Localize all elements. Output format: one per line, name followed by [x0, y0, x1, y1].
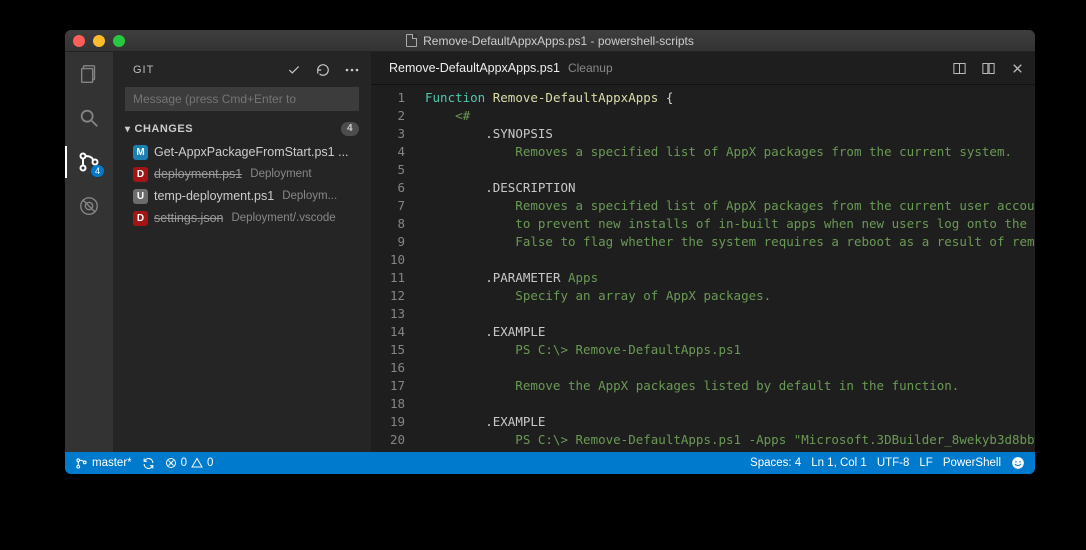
change-row[interactable]: M Get-AppxPackageFromStart.ps1 ... — [113, 141, 371, 163]
chevron-down-icon: ▾ — [125, 124, 131, 135]
close-editor-icon[interactable] — [1010, 61, 1025, 76]
minimize-window-button[interactable] — [93, 35, 105, 47]
file-icon — [406, 34, 417, 47]
more-icon[interactable] — [344, 62, 359, 77]
change-list: M Get-AppxPackageFromStart.ps1 ... Ddeploy… — [113, 139, 371, 229]
status-badge: D — [133, 211, 148, 226]
zoom-window-button[interactable] — [113, 35, 125, 47]
editor-tab[interactable]: Remove-DefaultAppxApps.ps1 — [389, 61, 560, 75]
commit-icon[interactable] — [286, 62, 301, 77]
commit-message-box — [125, 87, 359, 111]
sidebar-header: GIT — [113, 52, 371, 87]
file-dir: Deployment/.vscode — [231, 212, 335, 224]
app-window: Remove-DefaultAppxApps.ps1 - powershell-… — [65, 30, 1035, 474]
change-row[interactable]: Dsettings.json Deployment/.vscode — [113, 207, 371, 229]
encoding-status[interactable]: UTF-8 — [877, 457, 910, 469]
activity-bar: 4 — [65, 52, 113, 452]
branch-name: master* — [92, 457, 132, 469]
changes-header[interactable]: ▾ CHANGES 4 — [113, 119, 371, 139]
sidebar-actions — [286, 62, 359, 77]
app-body: 4 GIT ▾ CHANGES 4 M — [65, 52, 1035, 452]
scm-badge: 4 — [91, 165, 104, 177]
editor-area: Remove-DefaultAppxApps.ps1 Cleanup 12345… — [371, 52, 1035, 452]
editor-tabbar: Remove-DefaultAppxApps.ps1 Cleanup — [371, 52, 1035, 85]
close-window-button[interactable] — [73, 35, 85, 47]
changes-count: 4 — [341, 122, 359, 136]
change-row[interactable]: Ddeployment.ps1 Deployment — [113, 163, 371, 185]
indent-status[interactable]: Spaces: 4 — [750, 457, 801, 469]
traffic-lights — [73, 35, 125, 47]
file-name: deployment.ps1 — [154, 167, 242, 181]
search-icon[interactable] — [77, 106, 101, 130]
changes-label: CHANGES — [135, 123, 194, 135]
file-name: temp-deployment.ps1 — [154, 189, 274, 203]
commit-message-input[interactable] — [125, 87, 359, 111]
cursor-status[interactable]: Ln 1, Col 1 — [811, 457, 867, 469]
sidebar-title: GIT — [133, 64, 286, 76]
status-bar: master* 0 0 Spaces: 4 Ln 1, Col 1 UTF-8 … — [65, 452, 1035, 474]
problems-status[interactable]: 0 0 — [165, 457, 214, 469]
errors-count: 0 — [181, 457, 187, 469]
file-dir: Deploym... — [282, 190, 337, 202]
file-dir: Deployment — [250, 168, 311, 180]
status-badge: U — [133, 189, 148, 204]
change-row[interactable]: Utemp-deployment.ps1 Deploym... — [113, 185, 371, 207]
feedback-icon[interactable] — [1011, 456, 1025, 470]
debug-icon[interactable] — [77, 194, 101, 218]
sync-status[interactable] — [142, 457, 155, 470]
scm-icon[interactable]: 4 — [77, 150, 101, 174]
line-gutter: 1234567891011121314151617181920 — [371, 85, 419, 452]
show-diff-icon[interactable] — [981, 61, 996, 76]
window-title: Remove-DefaultAppxApps.ps1 - powershell-… — [65, 34, 1035, 48]
file-name: settings.json — [154, 211, 223, 225]
split-editor-icon[interactable] — [952, 61, 967, 76]
code-lines: Function Remove-DefaultAppxApps { <# .SY… — [419, 85, 1035, 452]
refresh-icon[interactable] — [315, 62, 330, 77]
code-view[interactable]: 1234567891011121314151617181920 Function… — [371, 85, 1035, 452]
status-badge: D — [133, 167, 148, 182]
editor-actions — [952, 61, 1025, 76]
status-badge: M — [133, 145, 148, 160]
explorer-icon[interactable] — [77, 62, 101, 86]
scm-sidebar: GIT ▾ CHANGES 4 M Get-AppxPackageFromStar… — [113, 52, 371, 452]
language-status[interactable]: PowerShell — [943, 457, 1001, 469]
window-title-text: Remove-DefaultAppxApps.ps1 - powershell-… — [423, 34, 694, 48]
eol-status[interactable]: LF — [919, 457, 932, 469]
warnings-count: 0 — [207, 457, 213, 469]
file-name: Get-AppxPackageFromStart.ps1 ... — [154, 145, 349, 159]
editor-tab-folder: Cleanup — [568, 61, 613, 75]
branch-status[interactable]: master* — [75, 457, 132, 470]
titlebar: Remove-DefaultAppxApps.ps1 - powershell-… — [65, 30, 1035, 52]
